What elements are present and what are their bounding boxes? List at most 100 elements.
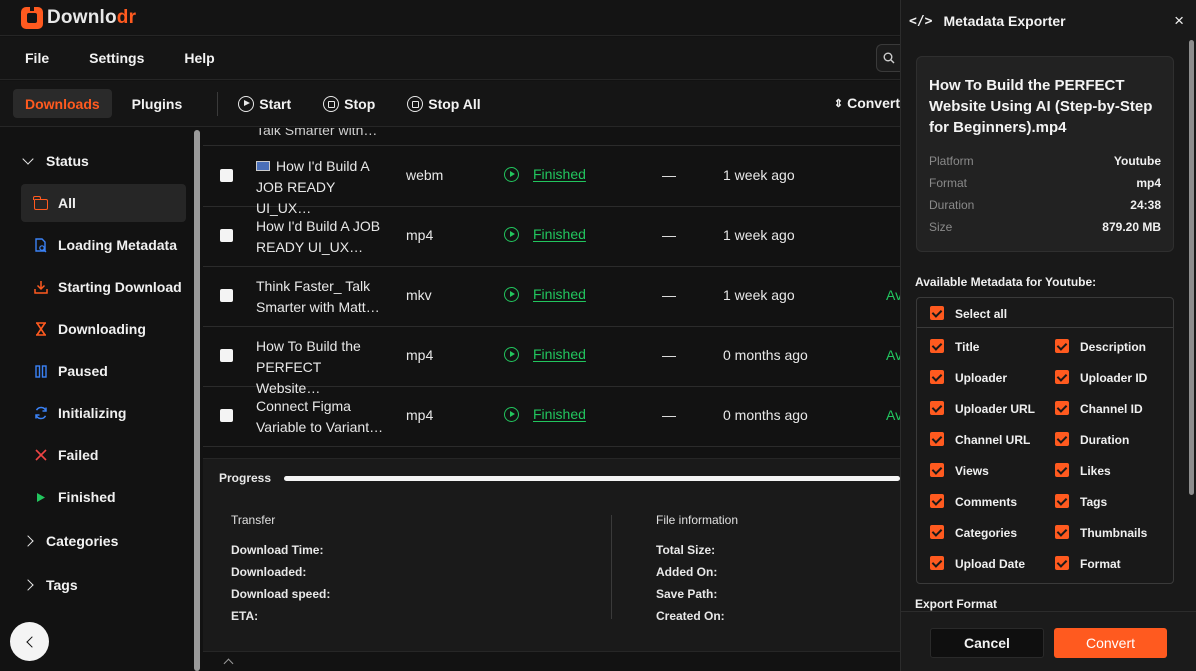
cancel-button[interactable]: Cancel	[930, 628, 1044, 658]
table-row[interactable]: Think Faster_ Talk Smarter with Matt… mkv…	[203, 267, 900, 327]
transfer-heading: Transfer	[231, 513, 276, 527]
sidebar-item-downloading[interactable]: Downloading	[21, 310, 186, 348]
sidebar: Status All Loading Metadata Starting Dow…	[0, 128, 202, 671]
panel-header: </> Metadata Exporter ×	[901, 0, 1196, 42]
metadata-option-checkbox[interactable]	[1055, 370, 1069, 384]
sidebar-item-label: Finished	[58, 489, 116, 505]
table-row[interactable]: How To Build the PERFECT Website… mp4 Fin…	[203, 327, 900, 396]
row-date: 0 months ago	[723, 407, 808, 423]
menu-settings[interactable]: Settings	[89, 50, 144, 66]
metadata-option-checkbox[interactable]	[930, 494, 944, 508]
metadata-option-checkbox[interactable]	[1055, 463, 1069, 477]
row-status-link[interactable]: Finished	[504, 226, 586, 242]
stop-circle-icon	[407, 95, 424, 112]
metadata-option-label: Uploader	[955, 371, 1008, 385]
metadata-option-checkbox[interactable]	[930, 339, 944, 353]
stop-all-button[interactable]: Stop All	[407, 95, 481, 112]
search-icon[interactable]	[876, 44, 900, 72]
bottom-strip	[203, 651, 900, 671]
row-status-link[interactable]: Finished	[504, 166, 586, 182]
metadata-option-label: Tags	[1080, 495, 1108, 509]
row-status-link[interactable]: Finished	[504, 346, 586, 362]
select-all-row[interactable]: Select all	[917, 298, 1173, 328]
metadata-option-checkbox[interactable]	[1055, 339, 1069, 353]
table-row[interactable]: Talk Smarter with…	[203, 128, 900, 146]
sidebar-item-failed[interactable]: Failed	[21, 436, 186, 474]
row-checkbox[interactable]	[220, 349, 233, 362]
row-checkbox[interactable]	[220, 409, 233, 422]
toolbar: Downloads Plugins Start Stop Stop All ⇕ C…	[0, 81, 900, 127]
row-checkbox[interactable]	[220, 289, 233, 302]
panel-title: Metadata Exporter	[943, 13, 1066, 29]
select-all-checkbox[interactable]	[930, 306, 944, 320]
row-date: 1 week ago	[723, 287, 795, 303]
row-date: 0 months ago	[723, 347, 808, 363]
sidebar-item-initializing[interactable]: Initializing	[21, 394, 186, 432]
tags-section-toggle[interactable]: Tags	[0, 563, 78, 607]
size-value: 879.20 MB	[1102, 220, 1161, 234]
metadata-option-checkbox[interactable]	[930, 463, 944, 477]
metadata-option-checkbox[interactable]	[930, 432, 944, 446]
sidebar-item-label: Starting Download	[58, 279, 182, 295]
tags-label: Tags	[46, 577, 78, 593]
metadata-option-checkbox[interactable]	[930, 401, 944, 415]
row-status-link[interactable]: Finished	[504, 406, 586, 422]
sidebar-item-paused[interactable]: Paused	[21, 352, 186, 390]
status-section-toggle[interactable]: Status	[0, 139, 89, 183]
convert-toolbar-button[interactable]: ⇕ Convert	[834, 95, 900, 111]
metadata-option-checkbox[interactable]	[1055, 401, 1069, 415]
save-path-label: Save Path:	[656, 587, 718, 601]
stop-button[interactable]: Stop	[323, 95, 376, 112]
panel-scrollbar[interactable]	[1189, 40, 1194, 495]
menu-help[interactable]: Help	[184, 50, 214, 66]
metadata-option-checkbox[interactable]	[930, 370, 944, 384]
metadata-option-label: Thumbnails	[1080, 526, 1148, 540]
file-title: How To Build the PERFECT Website Using A…	[929, 77, 1153, 136]
row-title: How I'd Build A JOB READY UI_UX…	[256, 218, 381, 255]
total-size-label: Total Size:	[656, 543, 716, 557]
downloaded-label: Downloaded:	[231, 565, 307, 579]
sidebar-item-loading-metadata[interactable]: Loading Metadata	[21, 226, 186, 264]
play-circle-icon	[504, 286, 519, 302]
metadata-option-checkbox[interactable]	[930, 556, 944, 570]
collapse-sidebar-button[interactable]	[10, 622, 49, 661]
row-checkbox[interactable]	[220, 169, 233, 182]
chevron-up-icon[interactable]	[223, 658, 234, 669]
sidebar-scrollbar[interactable]	[194, 130, 200, 671]
tab-downloads[interactable]: Downloads	[13, 89, 112, 118]
size-key: Size	[929, 220, 953, 234]
metadata-option-checkbox[interactable]	[930, 525, 944, 539]
sidebar-item-label: Initializing	[58, 405, 127, 421]
convert-button[interactable]: Convert	[1054, 628, 1167, 658]
stop-label: Stop	[344, 95, 376, 112]
sidebar-item-label: Loading Metadata	[58, 237, 178, 253]
metadata-option-checkbox[interactable]	[1055, 494, 1069, 508]
close-icon[interactable]: ×	[1174, 12, 1184, 29]
metadata-option-checkbox[interactable]	[1055, 432, 1069, 446]
menu-file[interactable]: File	[25, 50, 49, 66]
table-row[interactable]: How I'd Build A JOB READY UI_UX… webm Fin…	[203, 147, 900, 216]
table-row[interactable]: Connect Figma Variable to Variant… mp4 Fi…	[203, 387, 900, 447]
platform-value: Youtube	[1113, 154, 1161, 168]
metadata-option-checkbox[interactable]	[1055, 525, 1069, 539]
platform-key: Platform	[929, 154, 974, 168]
swap-arrows-icon: ⇕	[833, 97, 844, 110]
categories-section-toggle[interactable]: Categories	[0, 519, 118, 563]
toolbar-divider	[217, 91, 219, 116]
sidebar-item-all[interactable]: All	[21, 184, 186, 222]
start-button[interactable]: Start	[238, 95, 291, 112]
row-status-link[interactable]: Finished	[504, 286, 586, 302]
created-on-label: Created On:	[656, 609, 725, 623]
row-checkbox[interactable]	[220, 229, 233, 242]
scrollbar-thumb[interactable]	[194, 130, 200, 671]
title-bar: Downlodr	[0, 0, 900, 36]
metadata-option-label: Channel URL	[955, 433, 1031, 447]
metadata-option-checkbox[interactable]	[1055, 556, 1069, 570]
tab-plugins[interactable]: Plugins	[120, 89, 195, 118]
sidebar-item-starting-download[interactable]: Starting Download	[21, 268, 186, 306]
table-row[interactable]: How I'd Build A JOB READY UI_UX… mp4 Fini…	[203, 207, 900, 267]
hourglass-icon	[33, 321, 49, 337]
status-section-label: Status	[46, 153, 89, 169]
sidebar-item-finished[interactable]: Finished	[21, 478, 186, 516]
row-format: mp4	[406, 347, 434, 363]
